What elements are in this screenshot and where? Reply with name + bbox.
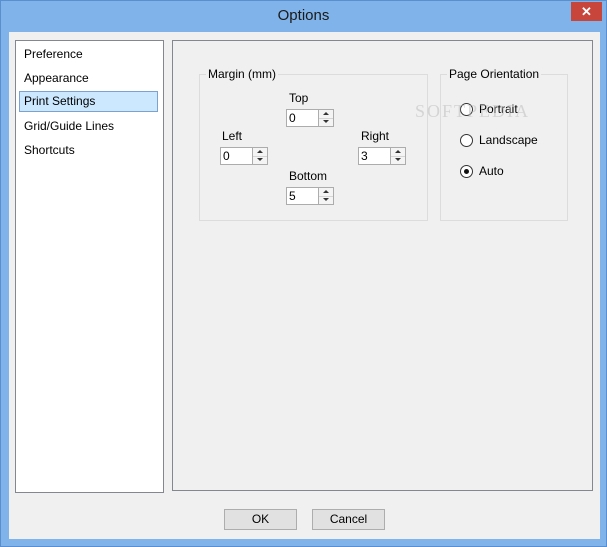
nav-item-label: Shortcuts [24, 143, 75, 157]
bottom-margin-spinner[interactable]: 5 [286, 187, 334, 205]
nav-item-shortcuts[interactable]: Shortcuts [19, 140, 158, 161]
print-settings-panel: Margin (mm) Top 0 Left 0 Right 3 Bottom [172, 40, 593, 491]
spin-down-button[interactable] [391, 156, 405, 164]
cancel-button[interactable]: Cancel [312, 509, 385, 530]
nav-item-preference[interactable]: Preference [19, 44, 158, 65]
portrait-label[interactable]: Portrait [479, 102, 518, 116]
nav-item-grid-guide-lines[interactable]: Grid/Guide Lines [19, 116, 158, 137]
radio-button-icon[interactable] [460, 134, 473, 147]
spin-down-button[interactable] [319, 196, 333, 204]
nav-item-label: Grid/Guide Lines [24, 119, 115, 133]
radio-button-icon[interactable] [460, 103, 473, 116]
nav-item-print-settings[interactable]: Print Settings [19, 91, 158, 112]
right-margin-value[interactable]: 3 [361, 149, 368, 164]
left-margin-spinner[interactable]: 0 [220, 147, 268, 165]
radio-dot-icon [464, 169, 469, 174]
dialog-body: Preference Appearance Print Settings Gri… [9, 32, 600, 539]
right-label: Right [361, 129, 390, 143]
page-orientation-group: Page Orientation Portrait Landscape Auto [440, 67, 568, 221]
options-window: Options ✕ Preference Appearance Print Se… [0, 0, 607, 547]
margin-group: Margin (mm) Top 0 Left 0 Right 3 Bottom [199, 67, 428, 221]
left-margin-value[interactable]: 0 [223, 149, 230, 164]
nav-item-label: Print Settings [24, 94, 96, 108]
settings-nav-list: Preference Appearance Print Settings Gri… [15, 40, 164, 493]
nav-item-label: Appearance [24, 71, 89, 85]
spin-down-button[interactable] [253, 156, 267, 164]
bottom-label: Bottom [289, 169, 328, 183]
title-bar[interactable]: Options ✕ [1, 1, 606, 31]
top-label: Top [289, 91, 309, 105]
close-button[interactable]: ✕ [571, 2, 602, 21]
radio-button-selected-icon[interactable] [460, 165, 473, 178]
page-orientation-group-label: Page Orientation [447, 67, 542, 81]
nav-item-label: Preference [24, 47, 83, 61]
window-title: Options [277, 7, 330, 24]
nav-item-appearance[interactable]: Appearance [19, 68, 158, 89]
close-icon: ✕ [581, 4, 592, 19]
top-margin-value[interactable]: 0 [289, 111, 296, 126]
spin-down-button[interactable] [319, 118, 333, 126]
margin-group-label: Margin (mm) [206, 67, 278, 81]
left-label: Left [222, 129, 243, 143]
top-margin-spinner[interactable]: 0 [286, 109, 334, 127]
right-margin-spinner[interactable]: 3 [358, 147, 406, 165]
ok-button[interactable]: OK [224, 509, 297, 530]
bottom-margin-value[interactable]: 5 [289, 189, 296, 204]
auto-label[interactable]: Auto [479, 164, 504, 178]
landscape-label[interactable]: Landscape [479, 133, 538, 147]
